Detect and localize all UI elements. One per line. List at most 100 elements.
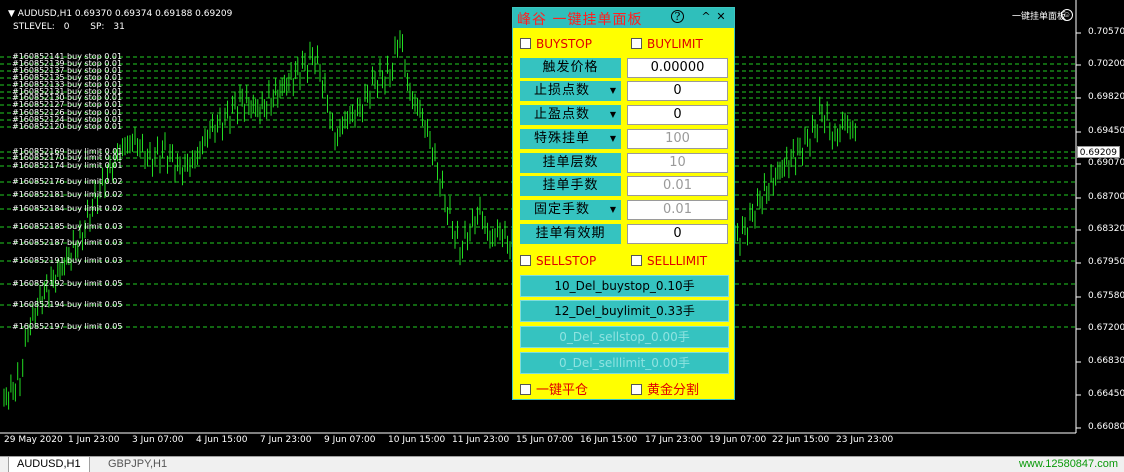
panel-shortcut-label[interactable]: 一键挂单面板	[1012, 9, 1066, 22]
time-tick-label: 19 Jun 07:00	[709, 435, 767, 445]
param-dropdown[interactable]: 止盈点数 ▼	[520, 105, 621, 125]
param-dropdown[interactable]: 止损点数 ▼	[520, 81, 621, 101]
delete-orders-button[interactable]: 0_Del_sellstop_0.00手	[520, 326, 729, 348]
time-tick-label: 7 Jun 23:00	[260, 435, 312, 445]
param-label: 挂单层数	[520, 153, 621, 173]
time-tick-label: 4 Jun 15:00	[196, 435, 248, 445]
checkbox-icon[interactable]	[631, 38, 642, 49]
time-tick-label: 9 Jun 07:00	[324, 435, 376, 445]
golden-split-label: 黄金分割	[647, 383, 700, 398]
price-tick-label: 0.67950	[1088, 257, 1124, 267]
price-tick-label: 0.66450	[1088, 389, 1124, 399]
stlevel-label: STLEVEL:	[13, 22, 55, 32]
time-tick-label: 29 May 2020	[4, 435, 63, 445]
order-label: #160852176 buy limit 0.02	[12, 177, 123, 186]
param-input[interactable]: 0	[627, 105, 728, 125]
selllimit-label: SELLLIMIT	[647, 254, 708, 268]
price-tick-label: 0.69070	[1088, 158, 1124, 168]
param-label-text: 止损点数	[534, 83, 591, 98]
price-tick-label: 0.68320	[1088, 224, 1124, 234]
symbol-header: ▼ AUDUSD,H1 0.69370 0.69374 0.69188 0.69…	[8, 9, 232, 19]
param-input[interactable]: 0	[627, 224, 728, 244]
checkbox-icon[interactable]	[520, 255, 531, 266]
param-dropdown[interactable]: 固定手数 ▼	[520, 200, 621, 220]
dropdown-arrow-icon[interactable]: ▼	[610, 105, 617, 125]
dropdown-arrow-icon[interactable]: ▼	[610, 129, 617, 149]
spread-value: 31	[113, 22, 125, 32]
delete-orders-button[interactable]: 12_Del_buylimit_0.33手	[520, 300, 729, 322]
sellstop-label: SELLSTOP	[536, 254, 597, 268]
collapse-icon[interactable]: ^	[699, 10, 713, 24]
buystop-label: BUYSTOP	[536, 37, 592, 51]
time-tick-label: 16 Jun 15:00	[580, 435, 638, 445]
order-panel[interactable]: 峰谷 一键挂单面板 ? ^ ✕ BUYSTOP BUYLIMIT 触发价格 0.0…	[512, 7, 735, 400]
chart-menu-arrow-icon[interactable]: ▼	[8, 9, 18, 19]
order-label: #160852184 buy limit 0.02	[12, 204, 123, 213]
param-label-text: 止盈点数	[534, 107, 591, 122]
param-label-text: 挂单手数	[542, 178, 599, 193]
time-tick-label: 10 Jun 15:00	[388, 435, 446, 445]
param-label: 挂单手数	[520, 176, 621, 196]
price-tick-label: 0.69450	[1088, 126, 1124, 136]
param-input[interactable]: 0.00000	[627, 58, 728, 78]
sellstop-checkbox[interactable]: SELLSTOP	[520, 254, 596, 268]
price-tick-label: 0.67200	[1088, 323, 1124, 333]
dropdown-arrow-icon[interactable]: ▼	[610, 81, 617, 101]
help-icon[interactable]: ?	[671, 10, 684, 23]
symbol-ohlc: AUDUSD,H1 0.69370 0.69374 0.69188 0.6920…	[17, 9, 233, 19]
tab-audusd[interactable]: AUDUSD,H1	[8, 457, 90, 472]
close-all-label: 一键平仓	[536, 383, 589, 398]
checkbox-icon[interactable]	[520, 38, 531, 49]
time-tick-label: 22 Jun 15:00	[772, 435, 830, 445]
checkbox-icon[interactable]	[631, 384, 642, 395]
watermark-url: www.12580847.com	[1018, 458, 1118, 470]
current-price-tag: 0.69209	[1077, 146, 1120, 158]
buystop-checkbox[interactable]: BUYSTOP	[520, 37, 592, 51]
param-label-text: 挂单有效期	[535, 226, 606, 241]
param-label: 挂单有效期	[520, 224, 621, 244]
tab-gbpjpy[interactable]: GBPJPY,H1	[100, 457, 175, 472]
param-label-text: 触发价格	[542, 60, 599, 75]
panel-title-bar[interactable]: 峰谷 一键挂单面板 ? ^ ✕	[513, 8, 734, 28]
param-label-text: 固定手数	[534, 202, 591, 217]
stlevel-value: 0	[63, 22, 70, 32]
selllimit-checkbox[interactable]: SELLLIMIT	[631, 254, 707, 268]
spread-label: SP:	[90, 22, 105, 32]
price-tick-label: 0.70570	[1088, 27, 1124, 37]
param-input[interactable]: 0.01	[627, 200, 728, 220]
price-tick-label: 0.68700	[1088, 192, 1124, 202]
time-tick-label: 1 Jun 23:00	[68, 435, 120, 445]
delete-orders-button[interactable]: 0_Del_selllimit_0.00手	[520, 352, 729, 374]
price-tick-label: 0.67580	[1088, 291, 1124, 301]
order-label: #160852174 buy limit 0.01	[12, 161, 123, 170]
checkbox-icon[interactable]	[520, 384, 531, 395]
param-dropdown[interactable]: 特殊挂单 ▼	[520, 129, 621, 149]
param-input[interactable]: 100	[627, 129, 728, 149]
time-tick-label: 17 Jun 23:00	[645, 435, 703, 445]
delete-orders-button[interactable]: 10_Del_buystop_0.10手	[520, 275, 729, 297]
price-tick-label: 0.69820	[1088, 92, 1124, 102]
order-label: #160852181 buy limit 0.02	[12, 190, 123, 199]
order-label: #160852192 buy limit 0.05	[12, 279, 123, 288]
param-input[interactable]: 0	[627, 81, 728, 101]
param-label-text: 特殊挂单	[534, 131, 591, 146]
order-label: #160852185 buy limit 0.03	[12, 222, 123, 231]
checkbox-icon[interactable]	[631, 255, 642, 266]
golden-split-checkbox[interactable]: 黄金分割	[631, 379, 699, 398]
chart-tab-bar: AUDUSD,H1 GBPJPY,H1 www.12580847.com	[0, 456, 1124, 472]
close-all-checkbox[interactable]: 一键平仓	[520, 379, 588, 398]
buylimit-checkbox[interactable]: BUYLIMIT	[631, 37, 703, 51]
order-label: #160852194 buy limit 0.05	[12, 300, 123, 309]
param-input[interactable]: 10	[627, 153, 728, 173]
order-label: #160852191 buy limit 0.03	[12, 256, 123, 265]
param-input[interactable]: 0.01	[627, 176, 728, 196]
dropdown-arrow-icon[interactable]: ▼	[610, 200, 617, 220]
buylimit-label: BUYLIMIT	[647, 37, 703, 51]
close-icon[interactable]: ✕	[714, 10, 728, 24]
order-label: #160852187 buy limit 0.03	[12, 238, 123, 247]
order-label: #160852120 buy stop 0.01	[12, 122, 123, 131]
price-tick-label: 0.66080	[1088, 422, 1124, 432]
panel-title: 峰谷 一键挂单面板	[517, 12, 643, 28]
time-tick-label: 15 Jun 07:00	[516, 435, 574, 445]
stlevel-indicator: STLEVEL: 0 SP: 31	[13, 22, 125, 32]
